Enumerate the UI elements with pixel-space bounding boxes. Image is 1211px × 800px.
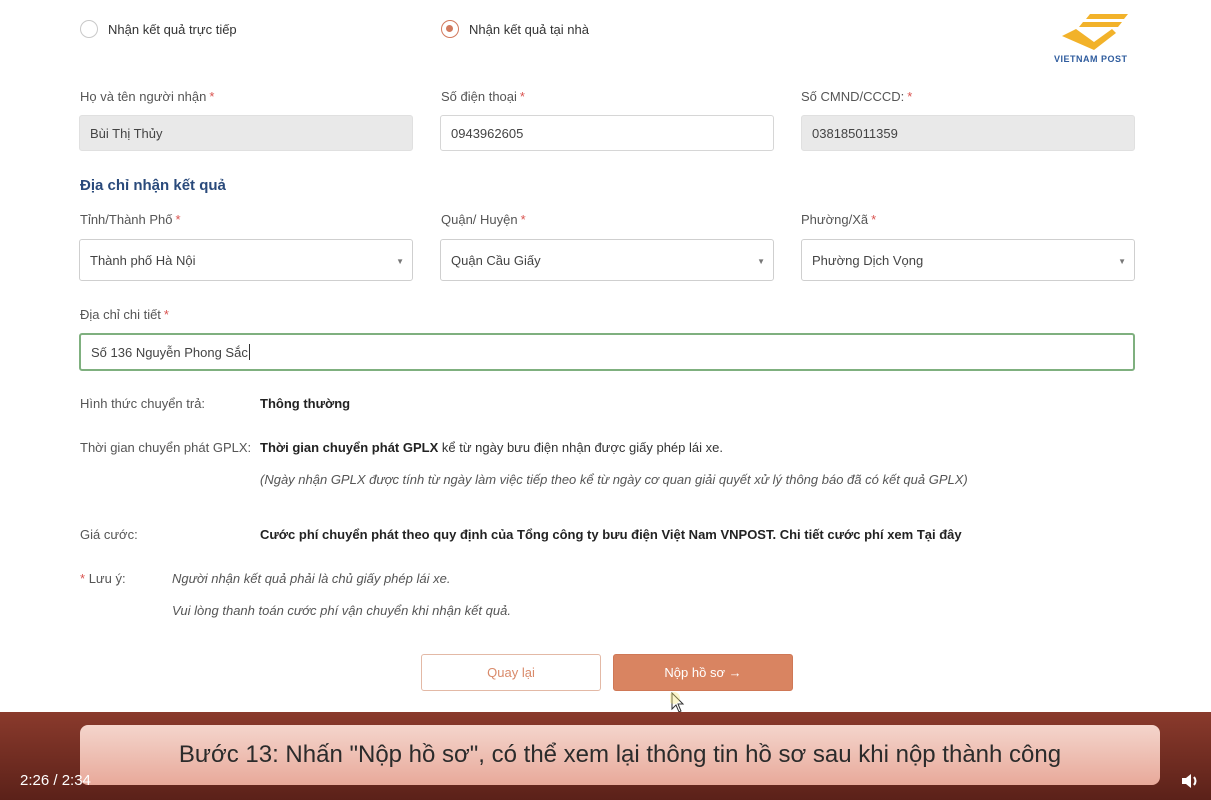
radio-circle-home[interactable] bbox=[441, 20, 459, 38]
note-line-1: Người nhận kết quả phải là chủ giấy phép… bbox=[172, 571, 451, 586]
recipient-name-field: Bùi Thị Thủy bbox=[79, 115, 413, 151]
submit-button[interactable]: Nộp hồ sơ → bbox=[613, 654, 793, 691]
province-select[interactable]: Thành phố Hà Nội ▼ bbox=[79, 239, 413, 281]
price-label: Giá cước: bbox=[80, 527, 138, 542]
province-value: Thành phố Hà Nội bbox=[90, 252, 196, 268]
id-number-field: 038185011359 bbox=[801, 115, 1135, 151]
province-label: Tỉnh/Thành Phố * bbox=[80, 212, 181, 227]
chevron-down-icon: ▼ bbox=[757, 257, 765, 266]
radio-home-delivery[interactable]: Nhận kết quả tại nhà bbox=[441, 17, 589, 41]
radio-label-direct: Nhận kết quả trực tiếp bbox=[108, 21, 237, 37]
ward-value: Phường Dịch Vọng bbox=[812, 252, 924, 268]
mouse-cursor-icon bbox=[670, 692, 685, 713]
text-caret bbox=[248, 344, 250, 360]
video-caption-text: Bước 13: Nhấn "Nộp hồ sơ", có thể xem lạ… bbox=[178, 741, 1062, 768]
radio-label-home: Nhận kết quả tại nhà bbox=[469, 21, 589, 37]
recipient-name-value: Bùi Thị Thủy bbox=[90, 125, 163, 141]
vietnam-post-logo-text: VIETNAM POST bbox=[1054, 54, 1128, 64]
recipient-name-label: Họ và tên người nhận * bbox=[80, 89, 215, 104]
volume-icon[interactable] bbox=[1180, 772, 1202, 790]
note-label: * Lưu ý: bbox=[80, 571, 126, 586]
delivery-time-value: Thời gian chuyển phát GPLX kể từ ngày bư… bbox=[260, 440, 723, 455]
id-number-label: Số CMND/CCCD: * bbox=[801, 89, 913, 104]
radio-circle-direct[interactable] bbox=[80, 20, 98, 38]
price-value: Cước phí chuyển phát theo quy định của T… bbox=[260, 527, 962, 542]
detail-address-value: Số 136 Nguyễn Phong Sắc bbox=[91, 344, 248, 360]
delivery-time-label: Thời gian chuyển phát GPLX: bbox=[80, 440, 252, 455]
district-value: Quận Cầu Giấy bbox=[451, 252, 541, 268]
delivery-method-value: Thông thường bbox=[260, 396, 351, 411]
address-section-title: Địa chỉ nhận kết quả bbox=[80, 177, 226, 194]
detail-address-input[interactable]: Số 136 Nguyễn Phong Sắc bbox=[79, 333, 1135, 371]
id-number-value: 038185011359 bbox=[812, 125, 898, 141]
district-label: Quận/ Huyện * bbox=[441, 212, 526, 227]
district-select[interactable]: Quận Cầu Giấy ▼ bbox=[440, 239, 774, 281]
radio-direct-pickup[interactable]: Nhận kết quả trực tiếp bbox=[80, 17, 237, 41]
phone-field[interactable]: 0943962605 bbox=[440, 115, 774, 151]
delivery-method-label: Hình thức chuyển trả: bbox=[80, 396, 206, 411]
detail-address-label: Địa chỉ chi tiết * bbox=[80, 307, 169, 322]
video-caption: Bước 13: Nhấn "Nộp hồ sơ", có thể xem lạ… bbox=[80, 725, 1160, 785]
phone-value: 0943962605 bbox=[451, 125, 524, 141]
ward-label: Phường/Xã * bbox=[801, 212, 877, 227]
phone-label: Số điện thoại * bbox=[441, 89, 525, 104]
delivery-time-note: (Ngày nhận GPLX được tính từ ngày làm vi… bbox=[260, 472, 968, 487]
back-button[interactable]: Quay lại bbox=[421, 654, 601, 691]
ward-select[interactable]: Phường Dịch Vọng ▼ bbox=[801, 239, 1135, 281]
chevron-down-icon: ▼ bbox=[1118, 257, 1126, 266]
video-time: 2:26 / 2:34 bbox=[20, 772, 91, 789]
note-line-2: Vui lòng thanh toán cước phí vận chuyển … bbox=[172, 603, 511, 618]
chevron-down-icon: ▼ bbox=[396, 257, 404, 266]
